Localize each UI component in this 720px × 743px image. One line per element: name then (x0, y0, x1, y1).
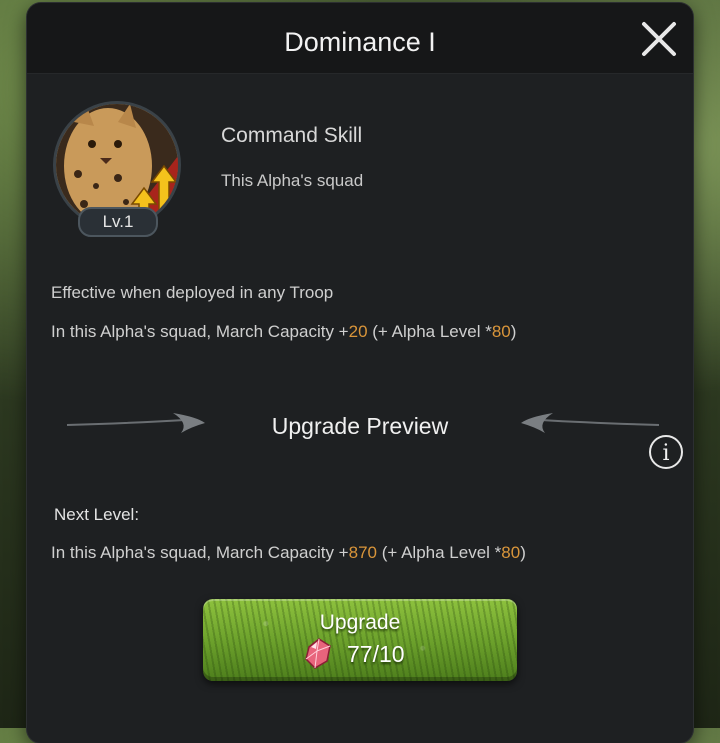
skill-icon: Lv.1 (53, 101, 181, 237)
dialog-title: Dominance I (284, 27, 436, 57)
info-icon: i (662, 441, 670, 466)
next-capacity-value: 870 (348, 543, 377, 562)
upgrade-button[interactable]: Upgrade 77/10 (203, 599, 517, 681)
effective-text: Effective when deployed in any Troop (51, 283, 334, 302)
close-button[interactable] (639, 19, 679, 59)
upgrade-button-label: Upgrade (319, 611, 401, 634)
current-capacity-value: 20 (348, 322, 368, 341)
current-multiplier: 80 (491, 322, 511, 341)
info-button[interactable]: i (649, 435, 683, 469)
current-effect-text: In this Alpha's squad, March Capacity +2… (51, 322, 517, 341)
level-badge: Lv.1 (78, 207, 158, 237)
skill-scope: This Alpha's squad (221, 171, 364, 190)
gem-icon (305, 638, 331, 669)
next-level-label: Next Level: (54, 505, 140, 524)
skill-dialog: Dominance I Lv.1 Command Skill This Alph… (27, 3, 693, 743)
next-multiplier: 80 (501, 543, 521, 562)
skill-name: Command Skill (221, 124, 363, 147)
divider-right (521, 413, 660, 433)
next-effect-text: In this Alpha's squad, March Capacity +8… (51, 543, 526, 562)
upgrade-cost: 77/10 (347, 641, 405, 667)
dialog-header: Dominance I (27, 3, 693, 74)
close-icon (642, 22, 676, 56)
